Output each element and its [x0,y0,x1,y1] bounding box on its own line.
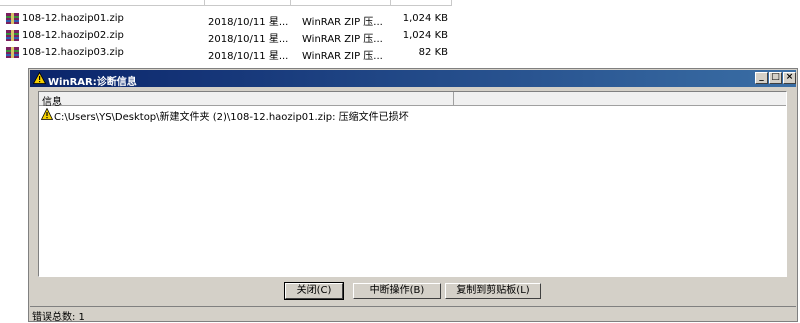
winrar-archive-icon [6,13,19,24]
column-separator[interactable] [390,0,391,5]
file-row[interactable]: 108-12.haozip03.zip 2018/10/11 星... WinR… [0,44,460,62]
dialog-title: WinRAR:诊断信息 [48,77,137,88]
copy-to-clipboard-button[interactable]: 复制到剪贴板(L) [445,283,541,299]
file-list: 108-12.haozip01.zip 2018/10/11 星... WinR… [0,0,800,70]
file-name: 108-12.haozip02.zip [22,30,124,41]
dialog-titlebar[interactable]: WinRAR:诊断信息 _ □ × [30,70,796,88]
column-header-empty [453,92,786,106]
column-header-label: 信息 [42,97,62,108]
minimize-button[interactable]: _ [755,72,768,84]
winrar-archive-icon [6,47,19,58]
file-row[interactable]: 108-12.haozip02.zip 2018/10/11 星... WinR… [0,27,460,45]
column-header-info[interactable]: 信息 [39,92,453,108]
diagnostics-dialog: WinRAR:诊断信息 _ □ × 信息 C:\Users\YS\Desktop… [28,68,798,323]
warning-icon [33,72,46,84]
column-separator[interactable] [290,0,291,5]
file-date: 2018/10/11 星... [208,51,289,62]
file-name: 108-12.haozip03.zip [22,47,124,58]
file-list-header [0,0,452,6]
file-date: 2018/10/11 星... [208,17,289,28]
file-size: 1,024 KB [402,30,448,41]
file-size: 82 KB [418,47,448,58]
maximize-button[interactable]: □ [769,72,782,84]
message-list[interactable]: 信息 C:\Users\YS\Desktop\新建文件夹 (2)\108-12.… [38,91,787,277]
error-count: 错误总数: 1 [32,312,85,323]
winrar-archive-icon [6,30,19,41]
file-type: WinRAR ZIP 压... [302,51,383,62]
column-separator[interactable] [451,0,452,5]
file-row[interactable]: 108-12.haozip01.zip 2018/10/11 星... WinR… [0,10,460,28]
close-button[interactable]: 关闭(C) [284,282,344,300]
file-date: 2018/10/11 星... [208,34,289,45]
column-separator[interactable] [204,0,205,5]
abort-button[interactable]: 中断操作(B) [353,283,441,299]
file-type: WinRAR ZIP 压... [302,34,383,45]
file-type: WinRAR ZIP 压... [302,17,383,28]
close-window-button[interactable]: × [783,72,796,84]
file-name: 108-12.haozip01.zip [22,13,124,24]
message-text: C:\Users\YS\Desktop\新建文件夹 (2)\108-12.hao… [54,112,409,123]
warning-icon [41,108,53,120]
status-bar: 错误总数: 1 [30,306,796,323]
file-size: 1,024 KB [402,13,448,24]
